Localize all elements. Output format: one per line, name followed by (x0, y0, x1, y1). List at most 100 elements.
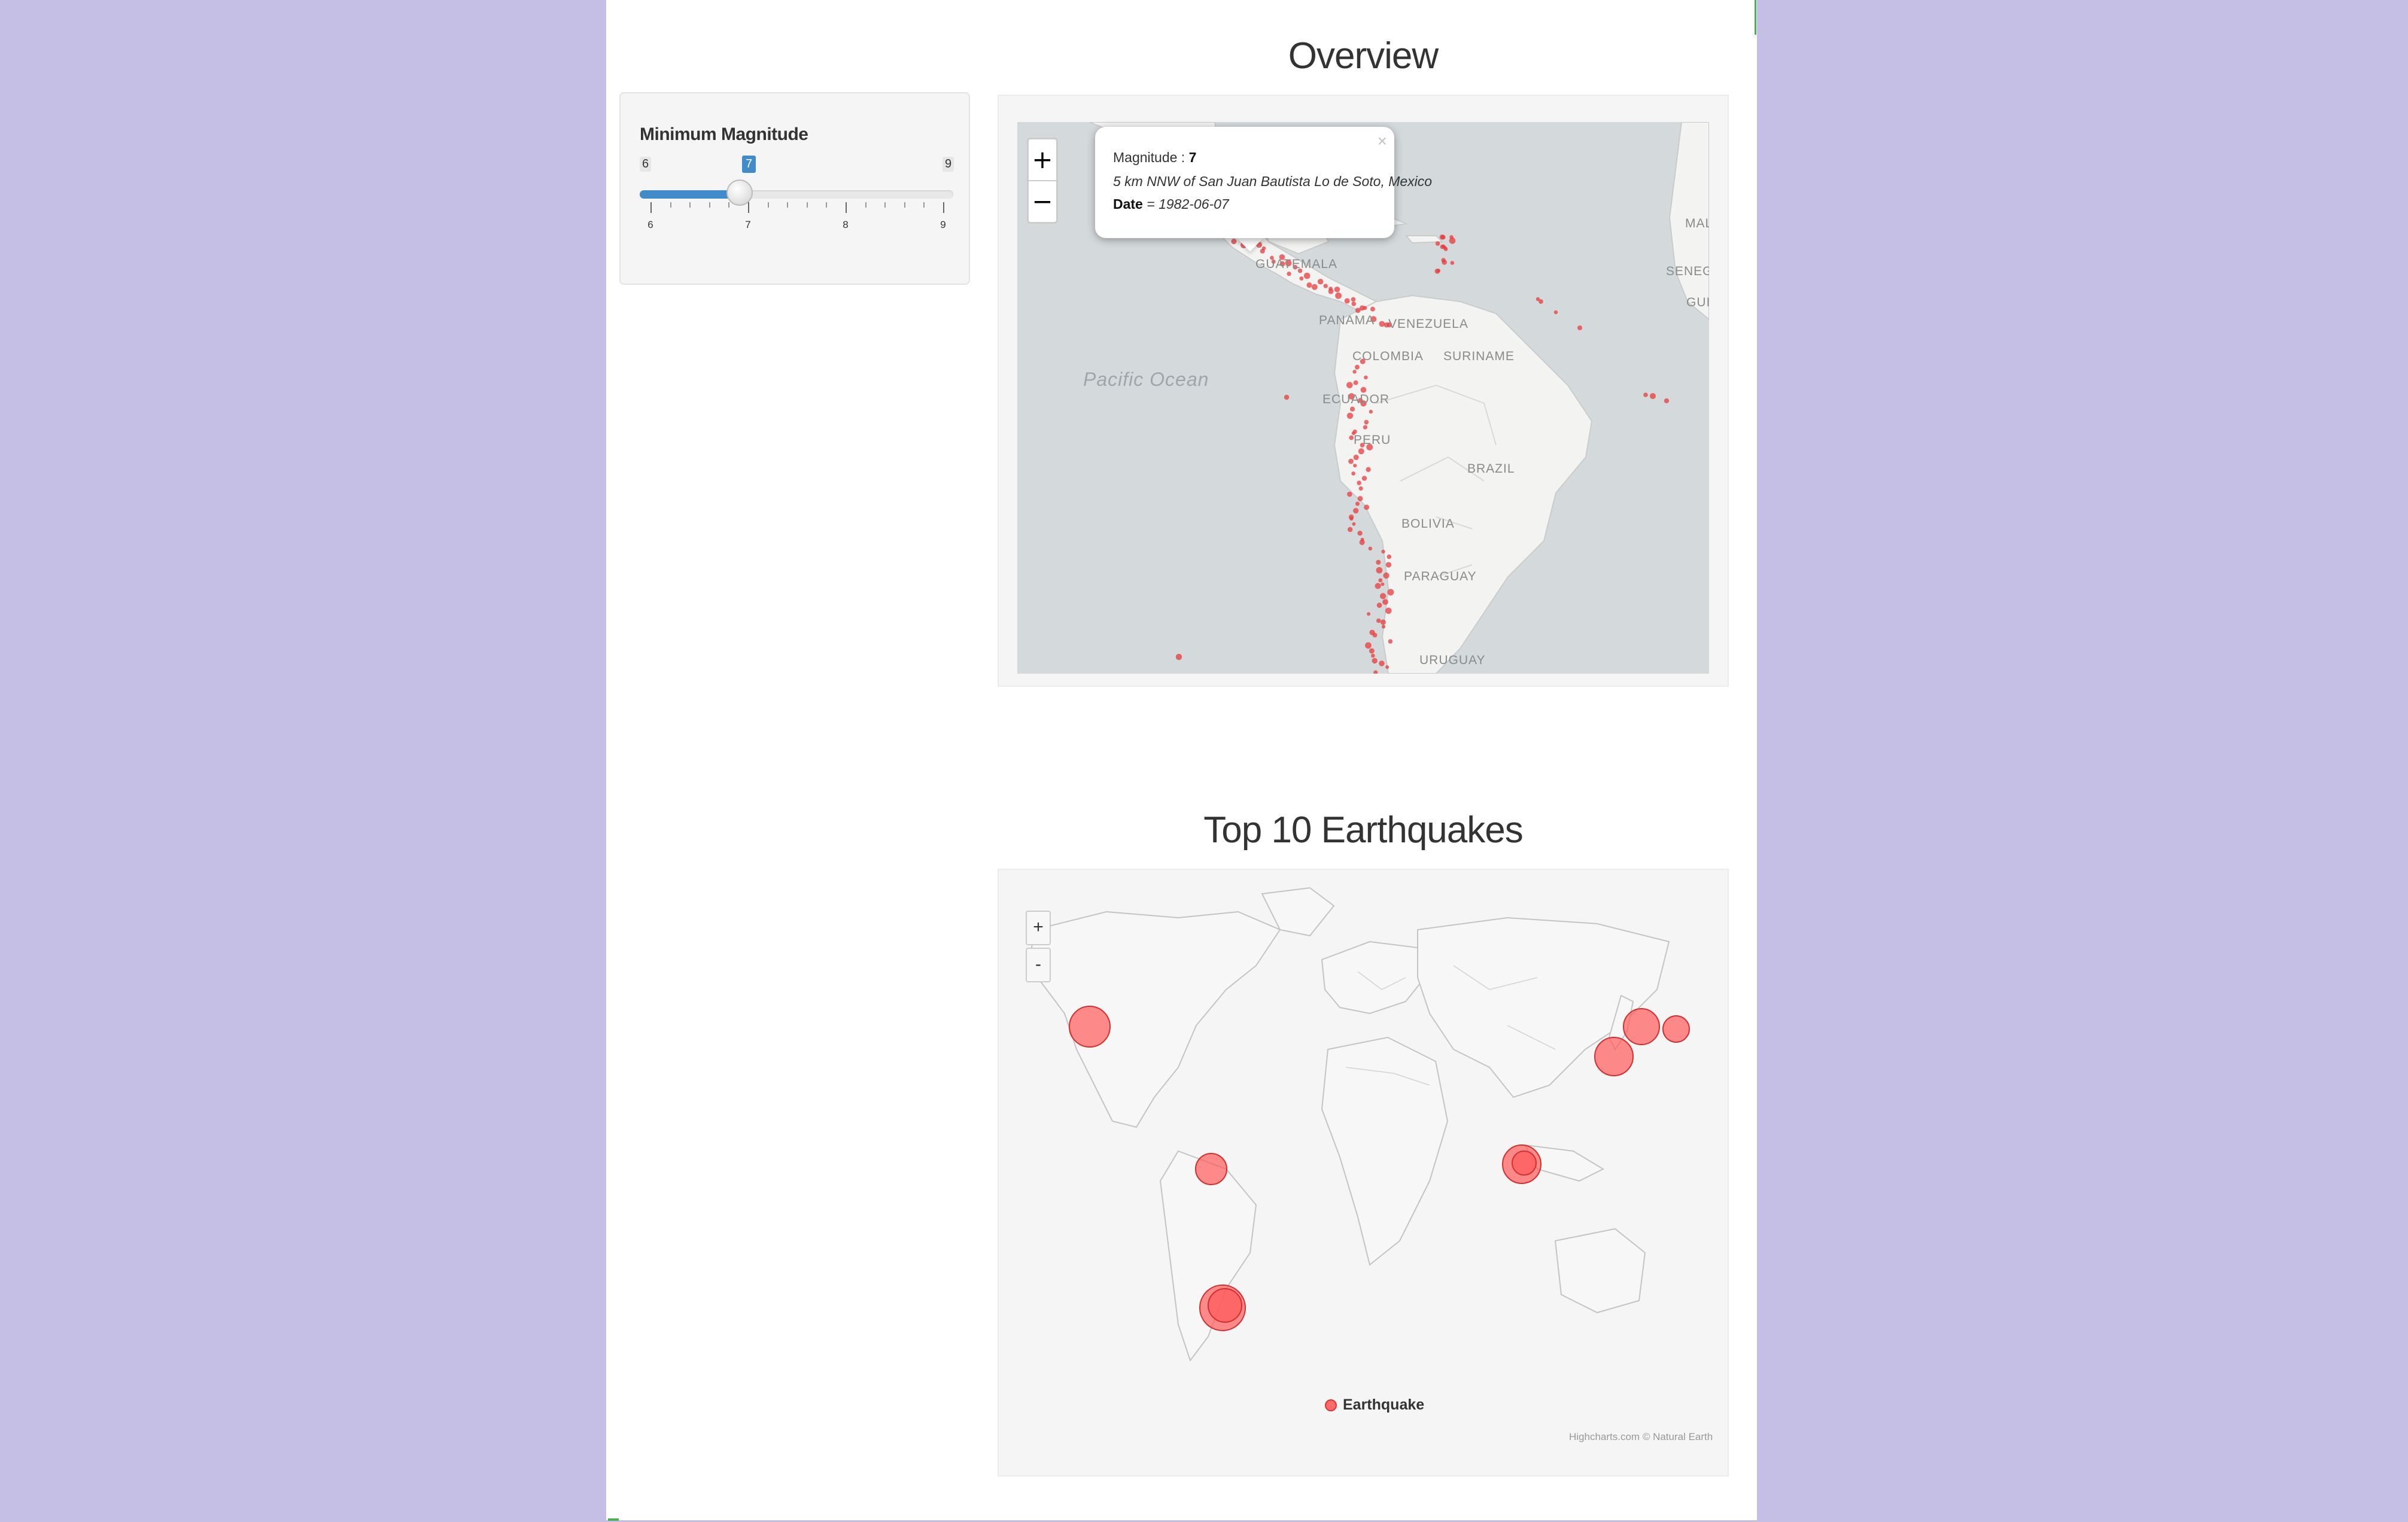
earthquake-marker[interactable] (1364, 375, 1368, 380)
earthquake-marker[interactable] (1370, 306, 1375, 312)
earthquake-marker[interactable] (1367, 612, 1371, 616)
earthquake-marker[interactable] (1352, 370, 1357, 374)
earthquake-marker[interactable] (1354, 364, 1360, 370)
earthquake-bubble[interactable] (1512, 1150, 1537, 1176)
earthquake-marker[interactable] (1317, 278, 1324, 285)
earthquake-marker[interactable] (1370, 653, 1375, 658)
zoom-in-button[interactable]: + (1029, 139, 1056, 181)
earthquake-marker[interactable] (1365, 642, 1372, 649)
earthquake-marker[interactable] (1357, 480, 1361, 485)
earthquake-marker[interactable] (1450, 261, 1455, 265)
earthquake-marker[interactable] (1358, 448, 1364, 455)
legend[interactable]: Earthquake (1325, 1396, 1424, 1414)
earthquake-marker[interactable] (1284, 394, 1290, 400)
earthquake-marker[interactable] (1442, 259, 1448, 265)
earthquake-marker[interactable] (1351, 297, 1356, 302)
earthquake-marker[interactable] (1351, 302, 1357, 306)
earthquake-marker[interactable] (1328, 287, 1333, 291)
earthquake-marker[interactable] (1363, 306, 1367, 311)
earthquake-bubble[interactable] (1662, 1015, 1690, 1043)
earthquake-marker[interactable] (1387, 589, 1394, 596)
earthquake-marker[interactable] (1368, 546, 1373, 551)
earthquake-bubble[interactable] (1195, 1153, 1227, 1185)
earthquake-marker[interactable] (1303, 272, 1311, 279)
earthquake-marker[interactable] (1385, 607, 1392, 614)
earthquake-bubble[interactable] (1594, 1037, 1634, 1076)
top10-map[interactable] (998, 869, 1729, 1477)
earthquake-marker[interactable] (1366, 467, 1371, 472)
earthquake-marker[interactable] (1381, 549, 1385, 554)
earthquake-marker[interactable] (1352, 522, 1356, 526)
earthquake-marker[interactable] (1379, 593, 1387, 599)
earthquake-marker[interactable] (1353, 454, 1359, 460)
earthquake-marker[interactable] (1380, 619, 1386, 625)
popup-close-button[interactable]: × (1378, 132, 1387, 151)
earthquake-marker[interactable] (1323, 284, 1328, 288)
earthquake-marker[interactable] (1353, 508, 1359, 514)
earthquake-marker[interactable] (1231, 239, 1237, 245)
earthquake-marker[interactable] (1361, 476, 1367, 481)
earthquake-marker[interactable] (1385, 665, 1390, 669)
earthquake-marker[interactable] (1311, 284, 1318, 290)
earthquake-marker[interactable] (1385, 562, 1392, 568)
earthquake-marker[interactable] (1381, 625, 1386, 629)
earthquake-marker[interactable] (1387, 554, 1392, 559)
earthquake-marker[interactable] (1357, 496, 1363, 501)
earthquake-marker[interactable] (1355, 501, 1360, 506)
earthquake-marker[interactable] (1449, 235, 1454, 239)
earthquake-marker[interactable] (1369, 648, 1375, 654)
earthquake-marker[interactable] (1379, 660, 1385, 666)
earthquake-marker[interactable] (1334, 287, 1340, 293)
earthquake-marker[interactable] (1435, 241, 1440, 246)
earthquake-marker[interactable] (1372, 657, 1378, 664)
zoom-out-button[interactable]: − (1029, 181, 1056, 222)
earthquake-marker[interactable] (1436, 269, 1441, 273)
earthquake-marker[interactable] (1376, 602, 1382, 608)
earthquake-marker[interactable] (1379, 321, 1385, 327)
earthquake-marker[interactable] (1351, 471, 1355, 476)
earthquake-marker[interactable] (1287, 272, 1291, 276)
earthquake-marker[interactable] (1261, 246, 1266, 251)
earthquake-marker[interactable] (1175, 653, 1182, 660)
earthquake-marker[interactable] (1348, 458, 1354, 464)
earthquake-marker[interactable] (1664, 398, 1670, 404)
earthquake-bubble[interactable] (1208, 1288, 1242, 1323)
earthquake-marker[interactable] (1376, 618, 1381, 623)
earthquake-marker[interactable] (1378, 578, 1383, 583)
earthquake-marker[interactable] (1643, 392, 1648, 397)
earthquake-marker[interactable] (1440, 235, 1446, 240)
earthquake-bubble[interactable] (1623, 1008, 1660, 1045)
top10-zoom-in-button[interactable]: + (1026, 911, 1051, 945)
earthquake-marker[interactable] (1382, 599, 1388, 605)
earthquake-marker[interactable] (1346, 412, 1354, 419)
earthquake-marker[interactable] (1358, 486, 1363, 491)
earthquake-marker[interactable] (1349, 406, 1355, 412)
earthquake-marker[interactable] (1359, 539, 1365, 546)
earthquake-marker[interactable] (1306, 282, 1312, 288)
earthquake-marker[interactable] (1357, 531, 1363, 536)
map-credits[interactable]: Highcharts.com © Natural Earth (1569, 1431, 1713, 1443)
earthquake-marker[interactable] (1539, 299, 1543, 304)
earthquake-marker[interactable] (1440, 244, 1445, 249)
earthquake-marker[interactable] (1376, 559, 1381, 565)
earthquake-marker[interactable] (1353, 380, 1358, 385)
earthquake-marker[interactable] (1349, 516, 1354, 521)
earthquake-bubble[interactable] (1069, 1006, 1111, 1048)
earthquake-marker[interactable] (1363, 425, 1368, 430)
earthquake-marker[interactable] (1388, 639, 1393, 644)
earthquake-marker[interactable] (1364, 419, 1369, 425)
earthquake-marker[interactable] (1375, 583, 1381, 589)
magnitude-slider-track[interactable] (640, 190, 953, 199)
earthquake-marker[interactable] (1335, 292, 1342, 299)
top10-zoom-out-button[interactable]: - (1026, 948, 1051, 982)
earthquake-marker[interactable] (1349, 435, 1354, 440)
earthquake-marker[interactable] (1372, 632, 1378, 638)
earthquake-marker[interactable] (1344, 298, 1350, 304)
earthquake-marker[interactable] (1369, 409, 1373, 414)
earthquake-marker[interactable] (1376, 567, 1383, 574)
earthquake-marker[interactable] (1577, 325, 1583, 331)
earthquake-marker[interactable] (1383, 572, 1390, 579)
earthquake-marker[interactable] (1353, 464, 1357, 468)
earthquake-marker[interactable] (1381, 582, 1385, 586)
earthquake-marker[interactable] (1347, 491, 1352, 497)
